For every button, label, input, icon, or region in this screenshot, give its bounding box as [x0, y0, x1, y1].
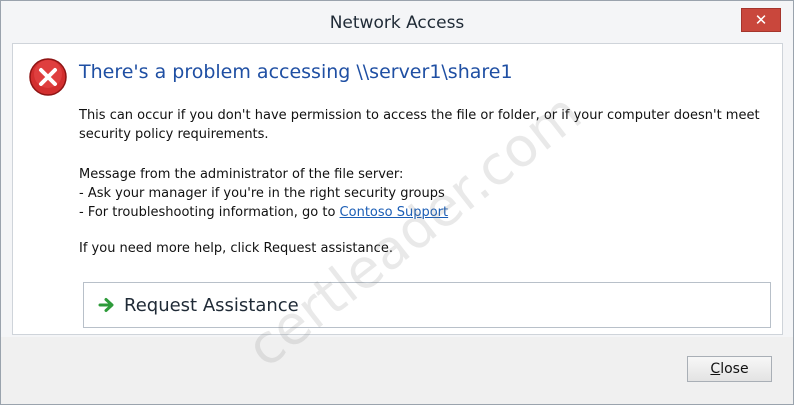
- network-access-dialog: Network Access ✕ There's a problem acces…: [0, 0, 794, 405]
- dialog-footer: [1, 337, 793, 404]
- dialog-heading: There's a problem accessing \\server1\sh…: [79, 61, 513, 83]
- request-assistance-label: Request Assistance: [124, 295, 299, 316]
- admin-message-line: - For troubleshooting information, go to…: [79, 203, 769, 222]
- window-title: Network Access: [329, 13, 465, 33]
- arrow-right-icon: [98, 296, 116, 318]
- contoso-support-link[interactable]: Contoso Support: [340, 205, 449, 220]
- title-close-button[interactable]: ✕: [741, 8, 781, 32]
- close-button-label: lose: [720, 361, 749, 377]
- admin-message: Message from the administrator of the fi…: [79, 165, 769, 222]
- admin-line-prefix: - For troubleshooting information, go to: [79, 205, 340, 220]
- close-button[interactable]: Close: [687, 356, 772, 382]
- close-button-mnemonic: C: [710, 361, 721, 377]
- error-icon: [28, 57, 68, 101]
- help-text: If you need more help, click Request ass…: [79, 241, 393, 256]
- request-assistance-button[interactable]: Request Assistance: [83, 282, 771, 328]
- admin-message-title: Message from the administrator of the fi…: [79, 167, 404, 182]
- dialog-content: There's a problem accessing \\server1\sh…: [12, 43, 783, 335]
- title-bar: Network Access ✕: [1, 1, 793, 43]
- explanation-text: This can occur if you don't have permiss…: [79, 108, 760, 142]
- admin-message-line: - Ask your manager if you're in the righ…: [79, 186, 445, 201]
